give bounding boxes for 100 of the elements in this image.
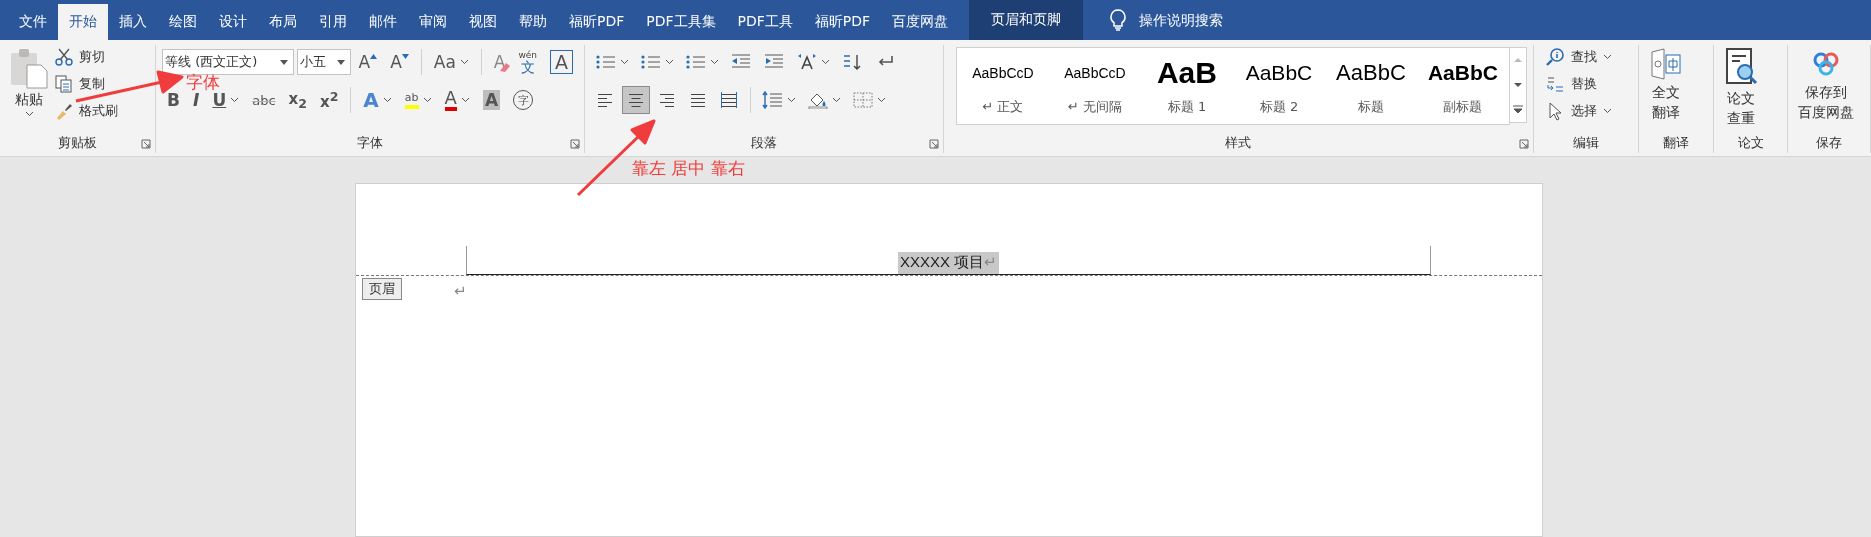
style-item[interactable]: AaBbC 副标题 xyxy=(1416,48,1509,124)
ribbon-tab[interactable]: 开始 xyxy=(58,4,108,40)
ribbon-tab[interactable]: 邮件 xyxy=(358,4,408,40)
ribbon-tab[interactable]: 百度网盘 xyxy=(881,4,960,40)
case-button[interactable]: Aa xyxy=(428,48,474,76)
triangle-icon xyxy=(401,53,409,59)
clipboard-icon xyxy=(9,47,49,89)
caret-icon xyxy=(787,97,797,103)
dialog-launcher-icon[interactable] xyxy=(141,139,152,149)
ribbon-tab[interactable]: 布局 xyxy=(258,4,308,40)
style-item[interactable]: AaBbCcD ↵ 无间隔 xyxy=(1048,48,1141,124)
caret-icon xyxy=(832,97,842,103)
group-label: 剪贴板 xyxy=(58,134,98,152)
style-item[interactable]: AaBbC 标题 2 xyxy=(1232,48,1325,124)
align-distribute-icon xyxy=(721,92,738,108)
paste-button[interactable]: 粘贴 xyxy=(6,45,52,133)
style-item[interactable]: AaBbC 标题 xyxy=(1324,48,1417,124)
annotation-text: 靠左 居中 靠右 xyxy=(632,160,745,177)
bullet-list-icon xyxy=(595,53,618,71)
script-button[interactable]: x$^{2}$ xyxy=(314,86,344,114)
header-tag: 页眉 xyxy=(362,278,402,300)
paragraph-mark: ↵ xyxy=(454,282,467,300)
highlight-button[interactable]: ab xyxy=(399,86,437,114)
group-label: 段落 xyxy=(751,134,777,152)
group-label: 字体 xyxy=(357,134,384,152)
ribbon-tab[interactable]: 审阅 xyxy=(408,4,458,40)
color-button[interactable]: A xyxy=(439,86,475,114)
ribbon-tab[interactable]: 视图 xyxy=(458,4,508,40)
bold-button[interactable]: B xyxy=(162,86,186,114)
line-spacing-icon xyxy=(762,91,785,109)
align-left-icon xyxy=(597,92,614,108)
caret-icon xyxy=(620,59,630,65)
group-label: 样式 xyxy=(1225,134,1252,152)
ribbon-tab[interactable]: 文件 xyxy=(8,4,58,40)
font-size-field[interactable]: 小五 xyxy=(297,49,351,75)
caret-icon xyxy=(280,59,289,65)
search-field[interactable]: 操作说明搜索 xyxy=(1137,11,1262,29)
caret-icon xyxy=(1602,108,1612,114)
annotation-text: 字体 xyxy=(186,74,220,91)
enclose-button[interactable]: 字 xyxy=(508,86,539,114)
caret-icon xyxy=(710,59,720,65)
ribbon-tab[interactable]: 插入 xyxy=(108,4,158,40)
grow-button[interactable]: A xyxy=(353,48,383,76)
caret-icon xyxy=(24,111,34,117)
style-item[interactable]: AaBbCcD ↵ 正文 xyxy=(956,48,1049,124)
select-button[interactable]: 选择 xyxy=(1541,99,1633,123)
copy-icon xyxy=(55,75,73,93)
caret-icon xyxy=(460,97,470,103)
document-search-icon xyxy=(1723,47,1758,87)
dialog-launcher-icon[interactable] xyxy=(570,139,581,149)
outdent-icon xyxy=(730,53,753,71)
thesis-button[interactable]: 论文 查重 xyxy=(1719,45,1762,133)
cut-button[interactable]: 剪切 xyxy=(52,45,121,69)
ribbon-tab[interactable]: 绘图 xyxy=(158,4,208,40)
borders-icon xyxy=(852,91,875,109)
caret-icon xyxy=(382,97,392,103)
numbered-list-icon xyxy=(640,53,663,71)
dialog-launcher-icon[interactable] xyxy=(1518,139,1529,149)
ribbon-tab[interactable]: 福昕PDF xyxy=(803,4,882,40)
brush-icon xyxy=(55,102,73,120)
ribbon-tab[interactable]: PDF工具 xyxy=(726,4,804,40)
translate-button[interactable]: 全文 翻译 xyxy=(1645,45,1688,133)
ribbon-tab[interactable]: 页眉和页脚 xyxy=(969,0,1084,40)
dialog-launcher-icon[interactable] xyxy=(928,139,939,149)
group-label: 编辑 xyxy=(1573,134,1600,152)
caret-icon xyxy=(459,59,469,65)
group-label: 翻译 xyxy=(1663,134,1690,152)
caret-icon xyxy=(422,97,432,103)
style-item[interactable]: AaB 标题 1 xyxy=(1140,48,1233,124)
triangle-icon xyxy=(370,53,378,59)
find-button[interactable]: 查找 xyxy=(1541,45,1633,69)
multilevel-list-icon xyxy=(685,53,708,71)
ribbon-tab[interactable]: 设计 xyxy=(208,4,258,40)
caret-icon xyxy=(665,59,675,65)
ribbon-tab[interactable]: PDF工具集 xyxy=(635,4,727,40)
caret-icon xyxy=(821,59,831,65)
replace-button[interactable]: 替换 xyxy=(1541,72,1633,96)
caret-icon xyxy=(230,97,240,103)
header-text: XXXXX 项目↵ xyxy=(897,252,1000,274)
ribbon-tab[interactable]: 福昕PDF xyxy=(558,4,636,40)
search-icon xyxy=(1544,47,1565,67)
shading-button[interactable]: A xyxy=(477,86,506,114)
shrink-button[interactable]: A xyxy=(385,48,414,76)
paint-bucket-icon xyxy=(807,91,830,109)
brush-button[interactable]: 格式刷 xyxy=(52,99,121,123)
cloud-button[interactable]: 保存到 百度网盘 xyxy=(1794,45,1859,133)
ribbon-tab[interactable]: 帮助 xyxy=(508,4,558,40)
group-label: 论文 xyxy=(1737,134,1764,152)
caret-icon xyxy=(336,59,345,65)
align-justify-icon xyxy=(690,92,707,108)
ribbon-tab[interactable]: 引用 xyxy=(308,4,358,40)
scissors-icon xyxy=(55,48,73,66)
caret-icon xyxy=(877,97,887,103)
group-label: 保存 xyxy=(1816,134,1843,152)
align-center-button[interactable] xyxy=(622,86,651,114)
align-right-icon xyxy=(659,92,676,108)
replace-icon xyxy=(1544,74,1565,94)
lightbulb-icon xyxy=(1109,9,1128,31)
phonetic-button[interactable]: wén 文 xyxy=(513,48,543,76)
script-button[interactable]: x$_{2}$ xyxy=(283,86,312,114)
